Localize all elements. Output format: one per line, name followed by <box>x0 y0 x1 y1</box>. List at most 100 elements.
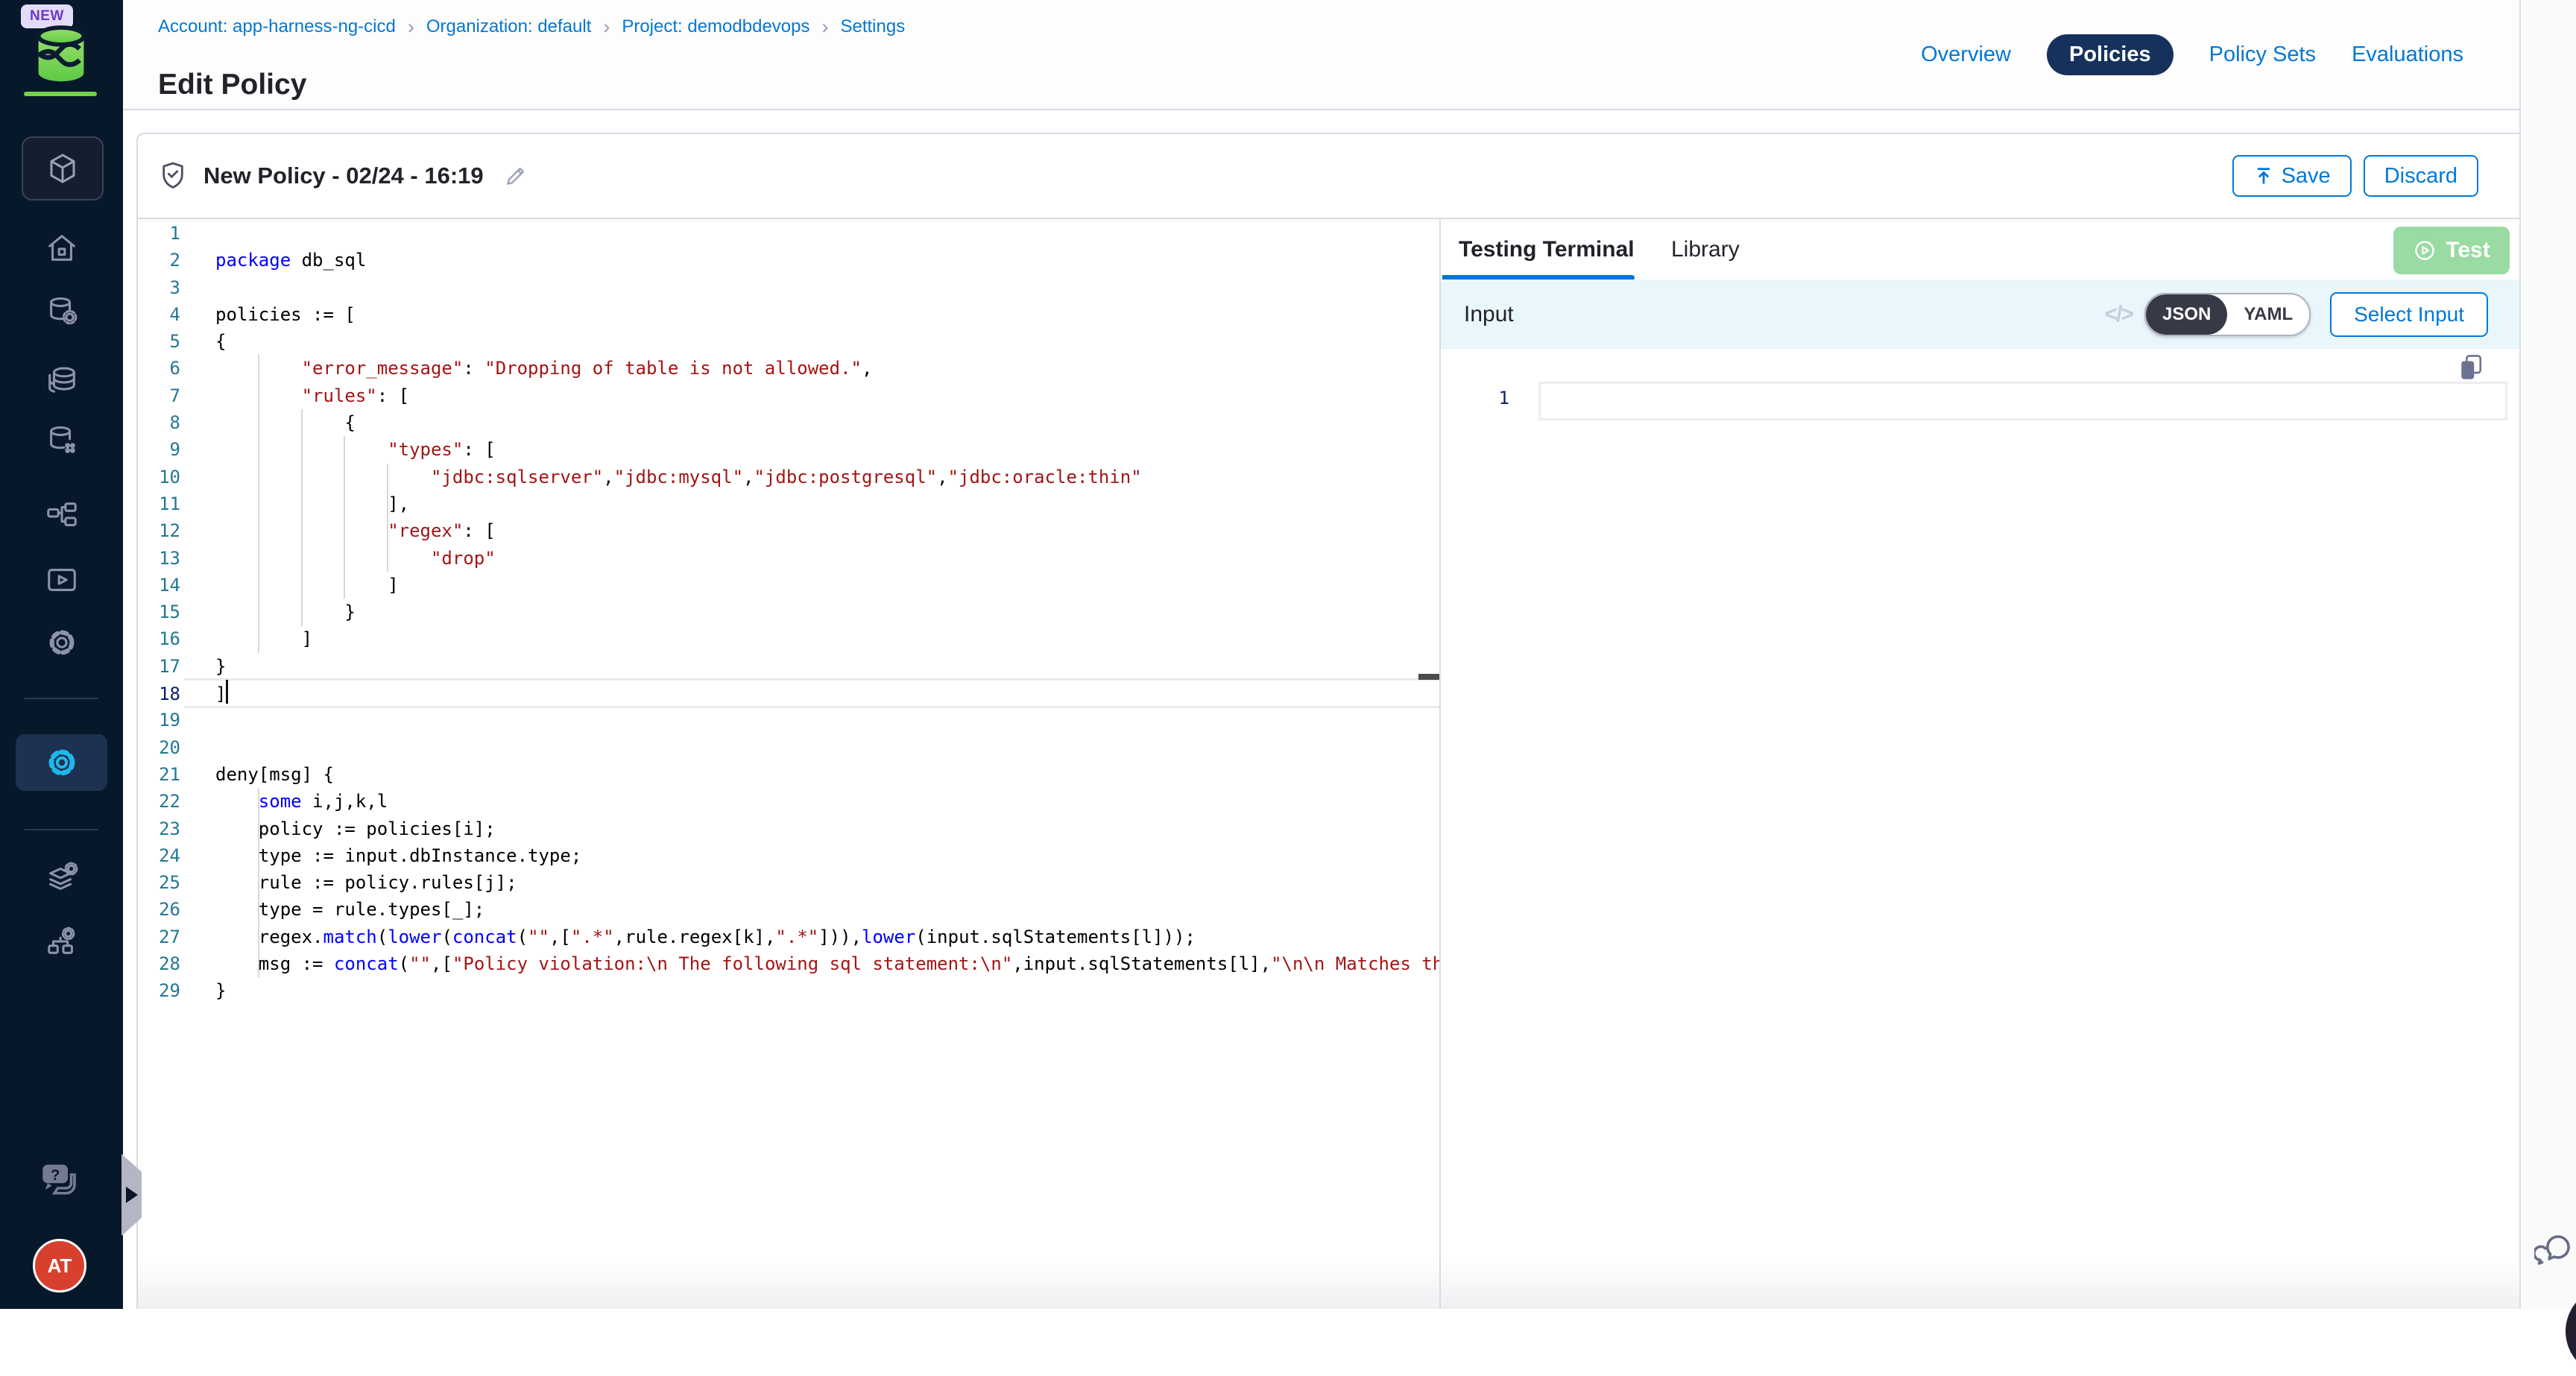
line-number: 22 <box>138 788 180 815</box>
code-line[interactable]: 14 ] <box>138 572 1439 599</box>
code-line[interactable]: 9 "types": [ <box>138 436 1439 463</box>
format-option-yaml[interactable]: YAML <box>2227 294 2309 335</box>
line-content: ], <box>215 493 409 514</box>
line-number: 9 <box>138 436 180 463</box>
code-line[interactable]: 2package db_sql <box>138 247 1439 274</box>
line-number: 15 <box>138 599 180 625</box>
gear-icon-active <box>44 745 80 780</box>
line-content: some i,j,k,l <box>215 791 388 812</box>
tab-testing-terminal[interactable]: Testing Terminal <box>1459 237 1635 262</box>
sidebar-item-pipelines[interactable] <box>0 499 123 533</box>
code-line[interactable]: 25 rule := policy.rules[j]; <box>138 869 1439 896</box>
test-button[interactable]: Test <box>2393 227 2510 274</box>
sidebar-item-executions[interactable] <box>0 563 123 597</box>
code-line[interactable]: 24 type := input.dbInstance.type; <box>138 842 1439 869</box>
edit-pencil-icon[interactable] <box>503 163 528 189</box>
line-number: 8 <box>138 409 180 436</box>
sidebar-item-org-settings[interactable] <box>0 924 123 959</box>
sidebar-item-settings-active[interactable] <box>16 734 107 791</box>
discard-label: Discard <box>2384 164 2457 189</box>
line-number: 6 <box>138 355 180 382</box>
code-line[interactable]: 29} <box>138 977 1439 1004</box>
code-line[interactable]: 7 "rules": [ <box>138 382 1439 409</box>
line-number: 20 <box>138 734 180 761</box>
avatar-initials: AT <box>48 1255 72 1278</box>
code-line[interactable]: 19 <box>138 707 1439 733</box>
breadcrumb-project[interactable]: Project: demodbdevops <box>622 16 809 37</box>
format-option-json[interactable]: JSON <box>2146 294 2227 335</box>
code-line[interactable]: 28 msg := concat("",["Policy violation:\… <box>138 950 1439 977</box>
code-line[interactable]: 12 "regex": [ <box>138 517 1439 544</box>
help-chat-icon[interactable]: ? <box>39 1161 83 1202</box>
sidebar-item-project-settings[interactable] <box>0 625 123 660</box>
code-line[interactable]: 8 { <box>138 409 1439 436</box>
code-line[interactable]: 18] <box>138 680 1439 707</box>
breadcrumb-organization[interactable]: Organization: default <box>426 16 591 37</box>
sidebar-item-databases[interactable] <box>0 363 123 397</box>
play-box-icon <box>45 563 79 597</box>
rego-code-editor[interactable]: 12package db_sql34policies := [5{6 "erro… <box>138 219 1439 1309</box>
sidebar-item-home[interactable] <box>0 231 123 265</box>
save-button[interactable]: Save <box>2232 155 2352 197</box>
line-number: 28 <box>138 950 180 977</box>
code-line[interactable]: 15 } <box>138 599 1439 625</box>
code-line[interactable]: 22 some i,j,k,l <box>138 788 1439 815</box>
line-number: 1 <box>138 220 180 247</box>
code-line[interactable]: 4policies := [ <box>138 301 1439 328</box>
line-number: 29 <box>138 977 180 1004</box>
page-header: Account: app-harness-ng-cicd › Organizat… <box>123 0 2519 110</box>
line-content: policy := policies[i]; <box>215 818 496 839</box>
chevron-right-icon: › <box>408 18 414 36</box>
code-line[interactable]: 20 <box>138 734 1439 761</box>
code-line[interactable]: 13 "drop" <box>138 545 1439 572</box>
discard-button[interactable]: Discard <box>2364 155 2478 197</box>
line-number: 26 <box>138 896 180 923</box>
chat-bubbles-icon[interactable] <box>2534 1231 2573 1272</box>
harness-db-devops-logo[interactable] <box>33 24 89 88</box>
pipeline-icon <box>45 499 79 533</box>
database-dots-icon <box>45 423 79 457</box>
code-line[interactable]: 26 type = rule.types[_]; <box>138 896 1439 923</box>
chevron-right-icon: › <box>821 18 828 36</box>
line-content: ] <box>215 575 399 596</box>
code-line[interactable]: 1 <box>138 220 1439 247</box>
input-label: Input <box>1464 302 1514 327</box>
tab-policies[interactable]: Policies <box>2047 34 2174 75</box>
module-selector-button[interactable] <box>22 136 104 201</box>
code-line[interactable]: 21deny[msg] { <box>138 761 1439 788</box>
breadcrumb-account[interactable]: Account: app-harness-ng-cicd <box>158 16 396 37</box>
tab-evaluations[interactable]: Evaluations <box>2352 42 2463 67</box>
input-editor-line[interactable] <box>1538 382 2507 420</box>
code-line[interactable]: 11 ], <box>138 490 1439 517</box>
breadcrumb-settings[interactable]: Settings <box>840 16 905 37</box>
code-line[interactable]: 6 "error_message": "Dropping of table is… <box>138 355 1439 382</box>
code-line[interactable]: 3 <box>138 274 1439 301</box>
line-content: type := input.dbInstance.type; <box>215 845 581 866</box>
code-line[interactable]: 16 ] <box>138 625 1439 652</box>
code-line[interactable]: 27 regex.match(lower(concat("",[".*",rul… <box>138 924 1439 950</box>
line-number: 14 <box>138 572 180 599</box>
tab-overview[interactable]: Overview <box>1921 42 2011 67</box>
line-content: "types": [ <box>215 439 496 460</box>
policy-editor-card: New Policy - 02/24 - 16:19 Save Discard <box>136 133 2519 1309</box>
code-line[interactable]: 17} <box>138 653 1439 680</box>
tab-policy-sets[interactable]: Policy Sets <box>2209 42 2316 67</box>
testing-panel: Testing Terminal Library Test Input </> … <box>1439 219 2519 1309</box>
line-number: 21 <box>138 761 180 788</box>
sidebar-divider <box>25 698 98 699</box>
format-toggle[interactable]: JSON YAML <box>2144 293 2311 336</box>
user-avatar[interactable]: AT <box>33 1239 86 1293</box>
select-input-button[interactable]: Select Input <box>2330 292 2488 337</box>
code-line[interactable]: 10 "jdbc:sqlserver","jdbc:mysql","jdbc:p… <box>138 464 1439 490</box>
tab-library[interactable]: Library <box>1671 237 1740 262</box>
sidebar-item-db-schemas[interactable] <box>0 423 123 457</box>
sidebar-item-db-instances[interactable] <box>0 294 123 328</box>
line-content: package db_sql <box>215 250 366 271</box>
line-number: 27 <box>138 924 180 950</box>
copy-icon[interactable] <box>2458 353 2484 382</box>
sidebar-item-account-resources[interactable] <box>0 860 123 894</box>
code-line[interactable]: 5{ <box>138 328 1439 355</box>
code-line[interactable]: 23 policy := policies[i]; <box>138 815 1439 842</box>
policy-name: New Policy - 02/24 - 16:19 <box>203 162 484 189</box>
org-gear-icon <box>45 924 79 959</box>
